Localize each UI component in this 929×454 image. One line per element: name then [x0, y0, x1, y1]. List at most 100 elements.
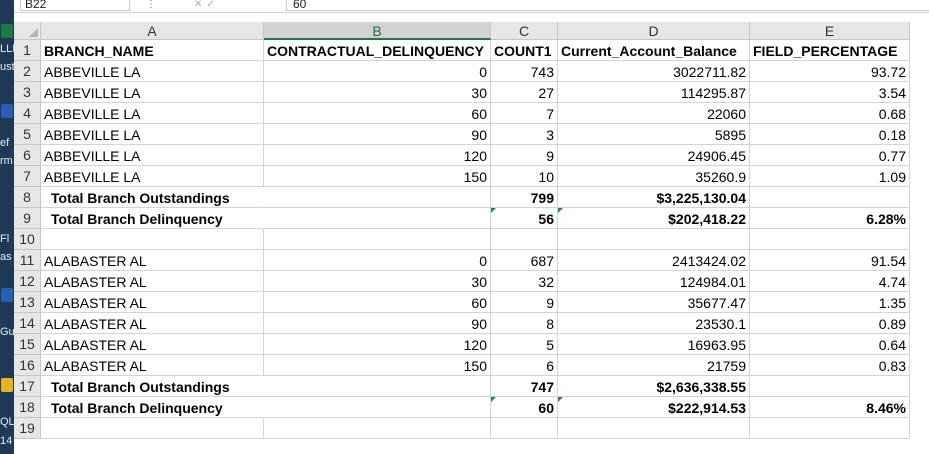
data-cell[interactable]: 35677.47 [558, 292, 750, 313]
data-cell[interactable]: 3 [491, 124, 558, 145]
column-title-cell[interactable]: BRANCH_NAME [41, 40, 264, 61]
total-cell[interactable]: $2,636,338.55 [558, 376, 750, 397]
column-title-cell[interactable]: COUNT1 [491, 40, 558, 61]
desktop-app-icon[interactable] [1, 378, 13, 392]
data-cell[interactable]: ALABASTER AL [41, 292, 264, 313]
data-cell[interactable]: 120 [264, 334, 491, 355]
row-header[interactable]: 4 [14, 103, 41, 124]
row-header[interactable]: 19 [14, 418, 41, 439]
column-header-c[interactable]: C [491, 22, 558, 40]
row-header[interactable]: 6 [14, 145, 41, 166]
data-cell[interactable] [264, 418, 491, 439]
data-cell[interactable]: ALABASTER AL [41, 334, 264, 355]
data-cell[interactable]: ABBEVILLE LA [41, 124, 264, 145]
data-cell[interactable]: 27 [491, 82, 558, 103]
data-cell[interactable]: 90 [264, 313, 491, 334]
data-cell[interactable]: 114295.87 [558, 82, 750, 103]
row-header[interactable]: 2 [14, 61, 41, 82]
error-indicator-icon[interactable] [558, 208, 563, 213]
column-header-b[interactable]: B [264, 22, 491, 40]
data-cell[interactable]: 0 [264, 250, 491, 271]
data-cell[interactable]: 5 [491, 334, 558, 355]
data-cell[interactable]: 2413424.02 [558, 250, 750, 271]
total-cell[interactable] [264, 208, 491, 229]
data-cell[interactable]: ABBEVILLE LA [41, 82, 264, 103]
data-cell[interactable]: ALABASTER AL [41, 271, 264, 292]
data-cell[interactable]: ALABASTER AL [41, 250, 264, 271]
data-cell[interactable]: 93.72 [750, 61, 910, 82]
data-cell[interactable]: 3022711.82 [558, 61, 750, 82]
data-cell[interactable]: 90 [264, 124, 491, 145]
column-title-cell[interactable]: CONTRACTUAL_DELINQUENCY [264, 40, 491, 61]
data-cell[interactable]: 60 [264, 292, 491, 313]
data-cell[interactable]: ALABASTER AL [41, 313, 264, 334]
total-cell[interactable]: Total Branch Delinquency [41, 397, 264, 418]
data-cell[interactable]: 60 [264, 103, 491, 124]
data-cell[interactable]: 687 [491, 250, 558, 271]
total-cell[interactable]: $222,914.53 [558, 397, 750, 418]
total-cell[interactable]: Total Branch Delinquency [41, 208, 264, 229]
data-cell[interactable]: 1.35 [750, 292, 910, 313]
data-cell[interactable] [491, 229, 558, 250]
data-cell[interactable]: ABBEVILLE LA [41, 145, 264, 166]
data-cell[interactable]: 124984.01 [558, 271, 750, 292]
data-cell[interactable] [491, 418, 558, 439]
data-cell[interactable]: 5895 [558, 124, 750, 145]
data-cell[interactable]: 1.09 [750, 166, 910, 187]
total-cell[interactable]: $3,225,130.04 [558, 187, 750, 208]
row-header[interactable]: 18 [14, 397, 41, 418]
column-header-a[interactable]: A [41, 22, 264, 40]
data-cell[interactable]: 150 [264, 355, 491, 376]
desktop-app-icon[interactable] [1, 104, 13, 118]
row-header[interactable]: 11 [14, 250, 41, 271]
data-cell[interactable] [558, 229, 750, 250]
total-cell[interactable]: 747 [491, 376, 558, 397]
row-header[interactable]: 5 [14, 124, 41, 145]
total-cell[interactable]: 799 [491, 187, 558, 208]
data-cell[interactable]: 4.74 [750, 271, 910, 292]
row-header[interactable]: 3 [14, 82, 41, 103]
total-cell[interactable] [264, 397, 491, 418]
data-cell[interactable]: 150 [264, 166, 491, 187]
data-cell[interactable]: ABBEVILLE LA [41, 103, 264, 124]
data-cell[interactable]: 32 [491, 271, 558, 292]
data-cell[interactable]: ALABASTER AL [41, 355, 264, 376]
data-cell[interactable]: 3.54 [750, 82, 910, 103]
total-cell[interactable]: Total Branch Outstandings [41, 376, 264, 397]
data-cell[interactable]: 0.77 [750, 145, 910, 166]
error-indicator-icon[interactable] [558, 397, 563, 402]
data-cell[interactable]: 35260.9 [558, 166, 750, 187]
data-cell[interactable]: 30 [264, 82, 491, 103]
row-header[interactable]: 14 [14, 313, 41, 334]
data-cell[interactable] [41, 229, 264, 250]
total-cell[interactable]: 56 [491, 208, 558, 229]
total-cell[interactable]: Total Branch Outstandings [41, 187, 264, 208]
data-cell[interactable]: 743 [491, 61, 558, 82]
data-cell[interactable]: 0.64 [750, 334, 910, 355]
desktop-app-icon[interactable] [1, 288, 13, 302]
data-cell[interactable]: 0.18 [750, 124, 910, 145]
column-header-e[interactable]: E [750, 22, 910, 40]
data-cell[interactable] [558, 418, 750, 439]
data-cell[interactable]: 9 [491, 292, 558, 313]
data-cell[interactable] [41, 418, 264, 439]
data-cell[interactable]: 22060 [558, 103, 750, 124]
data-cell[interactable]: 9 [491, 145, 558, 166]
total-cell[interactable] [750, 376, 910, 397]
row-header[interactable]: 9 [14, 208, 41, 229]
desktop-app-icon[interactable] [1, 24, 13, 38]
data-cell[interactable]: ABBEVILLE LA [41, 61, 264, 82]
total-cell[interactable]: $202,418.22 [558, 208, 750, 229]
total-cell[interactable] [264, 187, 491, 208]
select-all-button[interactable] [14, 22, 41, 40]
row-header[interactable]: 17 [14, 376, 41, 397]
row-header[interactable]: 7 [14, 166, 41, 187]
name-box[interactable]: B22 [20, 0, 130, 11]
data-cell[interactable]: 24906.45 [558, 145, 750, 166]
data-cell[interactable]: 6 [491, 355, 558, 376]
data-cell[interactable]: 0.83 [750, 355, 910, 376]
data-cell[interactable]: 23530.1 [558, 313, 750, 334]
data-cell[interactable]: 91.54 [750, 250, 910, 271]
row-header[interactable]: 13 [14, 292, 41, 313]
data-cell[interactable]: 30 [264, 271, 491, 292]
